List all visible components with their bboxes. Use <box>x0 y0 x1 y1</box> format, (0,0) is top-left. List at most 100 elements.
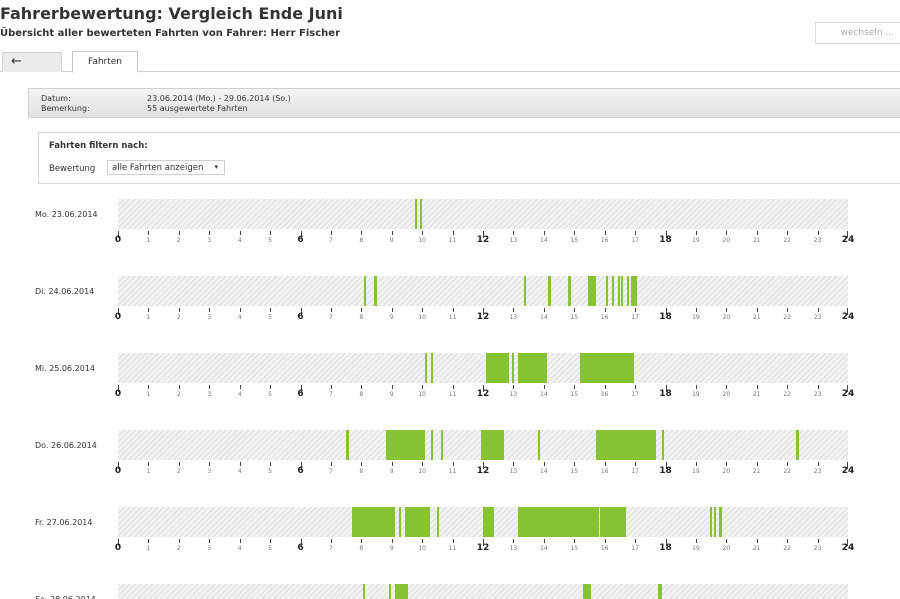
tab-fahrten[interactable]: Fahrten <box>72 51 138 73</box>
hour-tick-label: 0 <box>114 312 122 322</box>
hour-tick-label: 20 <box>722 237 731 244</box>
switch-driver-input[interactable]: wechseln ... <box>815 22 900 44</box>
hour-tick-label: 17 <box>631 545 639 552</box>
trip-segment[interactable] <box>362 584 365 599</box>
trip-segment[interactable] <box>388 584 392 599</box>
trip-segment[interactable] <box>414 199 417 229</box>
trip-segment[interactable] <box>481 430 505 460</box>
hour-tick <box>361 231 363 235</box>
trip-segment[interactable] <box>431 430 434 460</box>
trip-segment[interactable] <box>511 353 514 383</box>
trip-segment[interactable] <box>630 276 637 306</box>
hour-tick-label: 16 <box>600 314 609 321</box>
hour-tick-label: 13 <box>509 237 518 244</box>
rating-filter-select[interactable]: alle Fahrten anzeigen ▾ <box>107 160 225 175</box>
trip-segment[interactable] <box>425 353 428 383</box>
trip-segment[interactable] <box>657 584 663 599</box>
trip-segment[interactable] <box>352 507 395 537</box>
trip-segment[interactable] <box>606 276 609 306</box>
hour-tick-label: 8 <box>359 545 364 552</box>
hour-tick <box>452 308 454 312</box>
hour-tick <box>361 539 363 543</box>
trip-segment[interactable] <box>399 507 402 537</box>
trip-segment[interactable] <box>548 276 551 306</box>
hour-tick <box>148 231 150 235</box>
hour-tick-label: 11 <box>448 314 457 321</box>
hour-tick <box>543 539 545 543</box>
hour-tick <box>695 539 697 543</box>
hour-tick-label: 9 <box>389 237 394 244</box>
day-label: Sa. 28.06.2014 <box>35 595 96 599</box>
hour-tick-label: 19 <box>692 468 700 475</box>
hour-tick-label: 22 <box>783 237 791 244</box>
back-arrow-icon: ← <box>11 54 22 69</box>
trip-segment[interactable] <box>618 276 621 306</box>
hour-tick-label: 6 <box>297 312 304 322</box>
trip-segment[interactable] <box>364 276 367 306</box>
hour-tick <box>543 308 545 312</box>
trip-segment[interactable] <box>580 353 634 383</box>
hour-tick-label: 10 <box>418 237 426 244</box>
hour-tick-label: 7 <box>328 468 333 475</box>
trip-segment[interactable] <box>662 430 665 460</box>
hour-tick <box>574 462 576 466</box>
trip-segment[interactable] <box>612 276 615 306</box>
trip-segment[interactable] <box>796 430 799 460</box>
hour-tick <box>574 385 576 389</box>
trip-segment[interactable] <box>600 507 626 537</box>
trip-segment[interactable] <box>537 430 541 460</box>
trip-segment[interactable] <box>718 507 722 537</box>
trip-segment[interactable] <box>486 353 509 383</box>
hour-tick-label: 16 <box>600 391 609 398</box>
hour-tick-label: 14 <box>540 391 548 398</box>
trip-segment[interactable] <box>437 507 440 537</box>
trip-segment[interactable] <box>373 276 377 306</box>
trip-segment[interactable] <box>517 507 599 537</box>
trip-segment[interactable] <box>595 430 657 460</box>
hour-tick <box>148 385 150 389</box>
trip-segment[interactable] <box>419 199 422 229</box>
hour-tick <box>178 385 180 389</box>
hour-tick <box>270 308 272 312</box>
hour-tick <box>726 462 728 466</box>
hour-tick-label: 4 <box>237 545 242 552</box>
hour-tick-label: 24 <box>841 389 855 399</box>
hour-tick-label: 24 <box>841 466 855 476</box>
trip-segment[interactable] <box>431 353 434 383</box>
trip-segment[interactable] <box>709 507 712 537</box>
hour-tick <box>787 308 789 312</box>
trip-segment[interactable] <box>621 276 624 306</box>
hour-tick <box>604 462 606 466</box>
hour-tick-label: 0 <box>114 389 122 399</box>
hour-tick <box>635 231 637 235</box>
hour-tick-label: 6 <box>297 389 304 399</box>
hour-tick-label: 12 <box>476 235 490 245</box>
trip-segment[interactable] <box>346 430 349 460</box>
trip-segment[interactable] <box>517 353 547 383</box>
hour-tick-label: 22 <box>783 545 791 552</box>
trip-segment[interactable] <box>441 430 444 460</box>
trip-segment[interactable] <box>483 507 494 537</box>
hour-tick-label: 5 <box>268 545 272 552</box>
back-button[interactable]: ← <box>2 52 62 72</box>
trip-segment[interactable] <box>394 584 409 599</box>
trip-segment[interactable] <box>714 507 717 537</box>
page-subtitle: Übersicht aller bewerteten Fahrten von F… <box>0 28 340 39</box>
hour-tick-label: 17 <box>631 391 639 398</box>
hour-tick-label: 3 <box>207 391 212 398</box>
trip-segment[interactable] <box>385 430 426 460</box>
hour-tick <box>452 462 454 466</box>
hour-tick <box>391 462 393 466</box>
trip-segment[interactable] <box>627 276 630 306</box>
hour-tick-label: 12 <box>476 389 490 399</box>
hour-tick <box>148 462 150 466</box>
trip-segment[interactable] <box>587 276 596 306</box>
trip-segment[interactable] <box>568 276 571 306</box>
hour-tick-label: 10 <box>418 545 426 552</box>
hour-tick <box>178 462 180 466</box>
trip-segment[interactable] <box>583 584 591 599</box>
trip-segment[interactable] <box>524 276 527 306</box>
trip-segment[interactable] <box>405 507 430 537</box>
day-label: Mo. 23.06.2014 <box>35 210 98 219</box>
hour-tick-label: 13 <box>509 545 518 552</box>
